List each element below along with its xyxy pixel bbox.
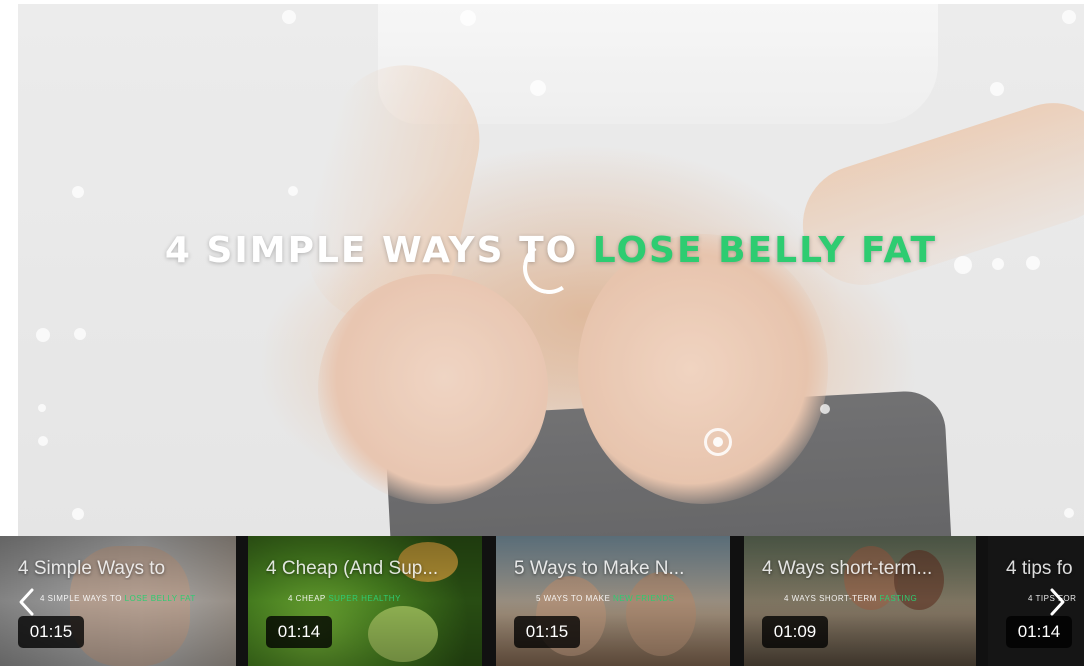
bokeh-dot: [530, 80, 546, 96]
carousel-item[interactable]: 4 Ways short-term... 4 WAYS SHORT-TERM F…: [744, 536, 976, 666]
duration-badge: 01:14: [266, 616, 332, 648]
caption-accent: SUPER HEALTHY: [328, 594, 401, 603]
caption-text: 4 SIMPLE WAYS TO: [40, 594, 125, 603]
carousel-item-caption: 4 CHEAP SUPER HEALTHY: [288, 594, 418, 604]
carousel-item-title: 4 tips fo: [1006, 558, 1073, 579]
cursor-ring-icon: [704, 428, 732, 456]
bokeh-dot: [36, 328, 50, 342]
bokeh-dot: [990, 82, 1004, 96]
carousel-item[interactable]: 5 Ways to Make N... 5 WAYS TO MAKE NEW F…: [496, 536, 730, 666]
bokeh-dot: [74, 328, 86, 340]
caption-text: 4 CHEAP: [288, 594, 329, 603]
carousel-item-title: 4 Simple Ways to: [18, 558, 166, 579]
video-carousel: 4 Simple Ways to 4 SIMPLE WAYS TO LOSE B…: [0, 536, 1084, 666]
carousel-item-title: 4 Ways short-term...: [762, 558, 933, 579]
caption-accent: LOSE BELLY FAT: [124, 594, 196, 603]
carousel-item[interactable]: 4 Cheap (And Sup... 4 CHEAP SUPER HEALTH…: [248, 536, 482, 666]
bokeh-dot: [460, 10, 476, 26]
caption-accent: FASTING: [879, 594, 918, 603]
bokeh-dot: [72, 186, 84, 198]
bokeh-dot: [38, 436, 48, 446]
chevron-left-icon: [19, 588, 34, 616]
carousel-item-caption: 4 SIMPLE WAYS TO LOSE BELLY FAT: [40, 594, 195, 604]
bokeh-dot: [282, 10, 296, 24]
carousel-item-title: 4 Cheap (And Sup...: [266, 558, 439, 579]
caption-text: 4 WAYS SHORT-TERM: [784, 594, 880, 603]
bokeh-dot: [38, 404, 46, 412]
chevron-right-icon: [1050, 588, 1065, 616]
bokeh-dot: [288, 186, 298, 196]
bokeh-dot: [1064, 508, 1074, 518]
carousel-next-button[interactable]: [1042, 582, 1072, 622]
carousel-item-caption: 5 WAYS TO MAKE NEW FRIENDS: [536, 594, 674, 604]
caption-text: 5 WAYS TO MAKE: [536, 594, 613, 603]
caption-accent: NEW FRIENDS: [613, 594, 675, 603]
duration-badge: 01:15: [514, 616, 580, 648]
bokeh-dot: [72, 508, 84, 520]
bokeh-dot: [820, 404, 830, 414]
carousel-item-title: 5 Ways to Make N...: [514, 558, 685, 579]
bokeh-dot: [1062, 10, 1076, 24]
video-title-accent: LOSE BELLY FAT: [592, 230, 938, 271]
video-player[interactable]: 4 SIMPLE WAYS TO LOSE BELLY FAT: [18, 4, 1084, 536]
duration-badge: 01:09: [762, 616, 828, 648]
carousel-item-caption: 4 WAYS SHORT-TERM FASTING: [784, 594, 917, 604]
carousel-prev-button[interactable]: [12, 582, 42, 622]
